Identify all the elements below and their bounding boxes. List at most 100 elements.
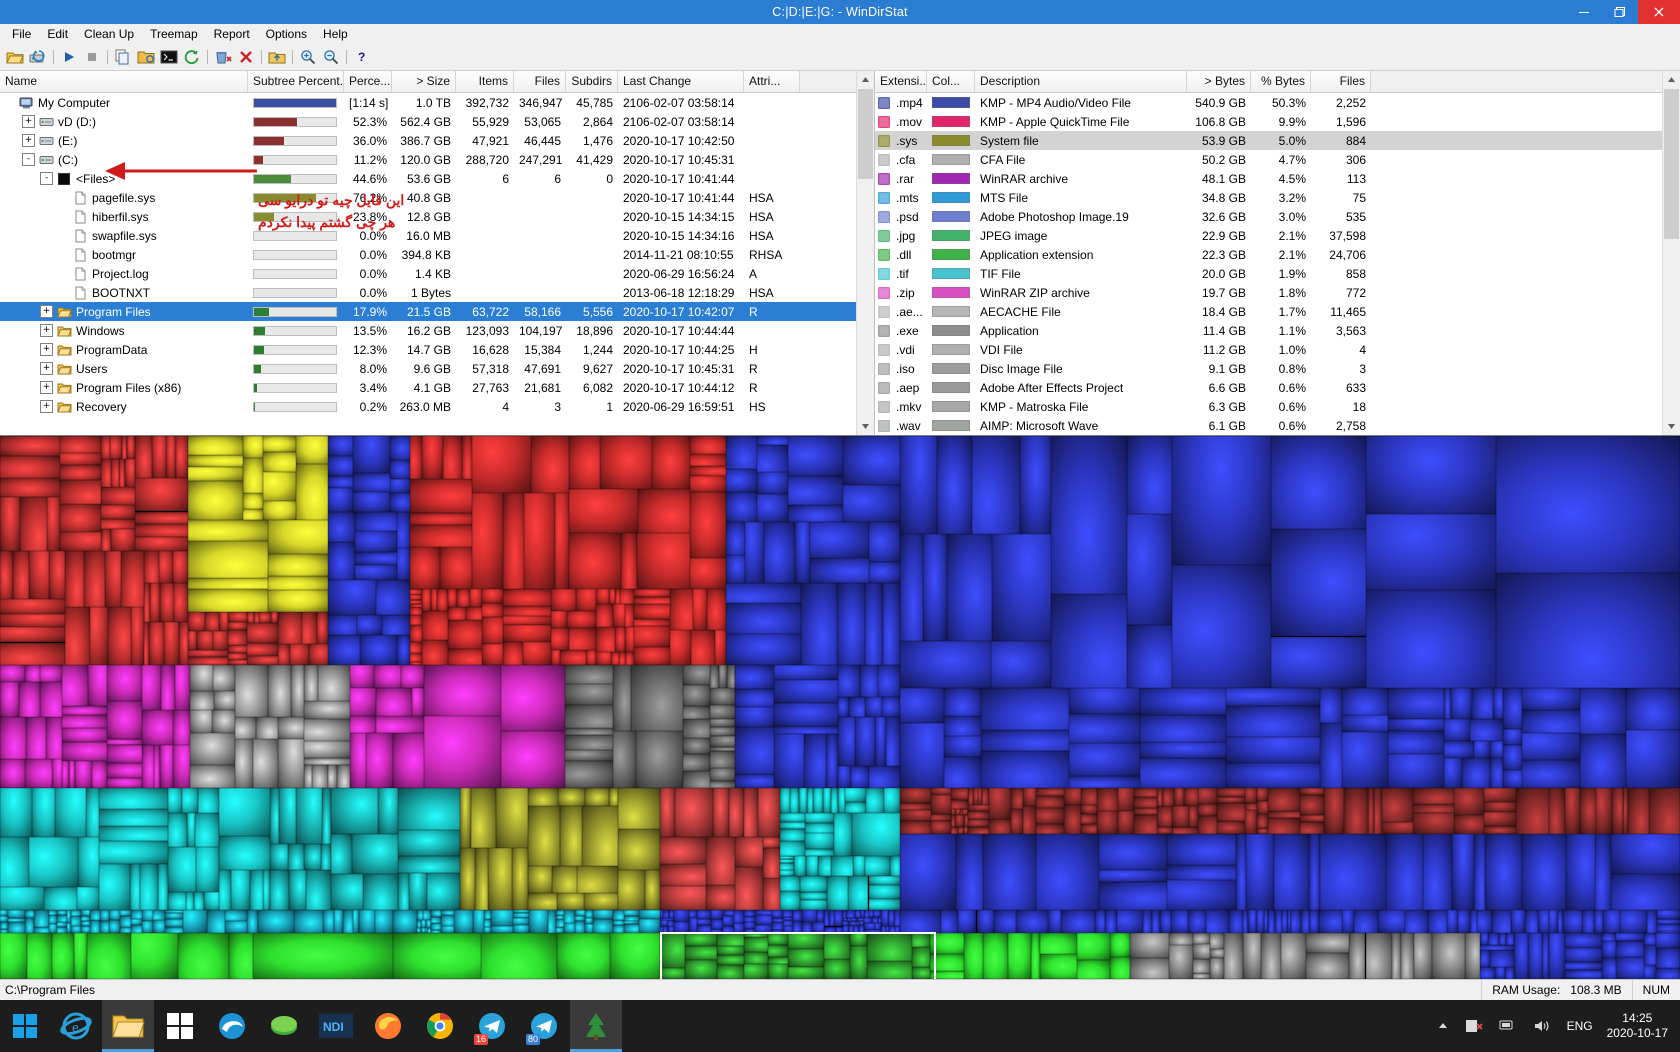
treemap-block[interactable] <box>727 665 735 689</box>
treemap-block[interactable] <box>1197 787 1218 804</box>
treemap-block[interactable] <box>624 603 635 627</box>
treemap-block[interactable] <box>51 758 63 788</box>
treemap-block[interactable] <box>1413 812 1455 834</box>
taskbar-internet-explorer[interactable]: e <box>50 1000 102 1052</box>
treemap-block[interactable] <box>1226 706 1320 738</box>
treemap-block[interactable] <box>931 795 952 814</box>
treemap-block[interactable] <box>64 607 90 666</box>
treemap-block[interactable] <box>863 916 872 924</box>
treemap-block[interactable] <box>768 956 788 964</box>
treemap-block[interactable] <box>188 436 243 455</box>
treemap-block[interactable] <box>763 878 780 911</box>
treemap-block[interactable] <box>188 467 243 481</box>
treemap-block[interactable] <box>1483 787 1516 802</box>
treemap-block[interactable] <box>101 436 110 459</box>
treemap-block[interactable] <box>44 887 78 911</box>
treemap-block[interactable] <box>1502 728 1523 745</box>
treemap-block[interactable] <box>900 802 932 810</box>
treemap-block[interactable] <box>1616 941 1645 957</box>
expand-toggle-icon[interactable]: + <box>40 400 53 413</box>
treemap-block[interactable] <box>609 787 618 806</box>
treemap-block[interactable] <box>227 629 248 645</box>
treemap-block[interactable] <box>991 641 1052 689</box>
treemap-block[interactable] <box>153 920 166 934</box>
treemap-block[interactable] <box>818 855 831 877</box>
treemap-block[interactable] <box>130 607 145 666</box>
treemap-block[interactable] <box>101 528 112 551</box>
treemap-block[interactable] <box>1061 910 1096 934</box>
treemap-block[interactable] <box>773 734 805 788</box>
treemap-block[interactable] <box>1291 910 1302 934</box>
treemap-block[interactable] <box>29 837 79 888</box>
treemap-block[interactable] <box>106 745 142 764</box>
treemap-block[interactable] <box>1248 910 1256 934</box>
table-row[interactable]: hiberfil.sys 23.8% 12.8 GB 2020-10-15 14:34… <box>0 207 874 226</box>
taskbar-ulead[interactable] <box>258 1000 310 1052</box>
treemap-block[interactable] <box>29 550 50 599</box>
treemap-block[interactable] <box>1217 820 1245 834</box>
treemap-block[interactable] <box>86 787 99 838</box>
treemap-block[interactable] <box>0 456 60 478</box>
treemap-block[interactable] <box>900 688 945 723</box>
dir-column-header-percentage[interactable]: Perce... <box>344 71 392 92</box>
treemap-block[interactable] <box>1480 933 1489 946</box>
treemap-block[interactable] <box>1566 833 1595 911</box>
treemap-block[interactable] <box>683 665 710 685</box>
treemap-block[interactable] <box>617 870 646 911</box>
treemap-block[interactable] <box>1140 741 1227 758</box>
treemap-block[interactable] <box>613 603 625 627</box>
treemap-block[interactable] <box>106 665 142 701</box>
treemap-block[interactable] <box>378 787 398 834</box>
treemap-block[interactable] <box>1011 787 1024 810</box>
ext-column-header-color[interactable]: Col... <box>927 71 975 92</box>
treemap-block[interactable] <box>817 910 824 922</box>
treemap-block[interactable] <box>250 869 263 911</box>
list-item[interactable]: .aep Adobe After Effects Project 6.6 GB 0.6… <box>875 378 1680 397</box>
treemap-block[interactable] <box>74 933 88 979</box>
treemap-block[interactable] <box>352 910 360 934</box>
dir-row-name-cell[interactable]: swapfile.sys <box>0 229 248 243</box>
treemap-block[interactable] <box>8 922 26 934</box>
treemap-block[interactable] <box>1260 933 1281 979</box>
treemap-block[interactable] <box>735 773 774 788</box>
taskbar-telegram-1[interactable]: 16 <box>466 1000 518 1052</box>
treemap-block[interactable] <box>1381 822 1414 834</box>
treemap-block[interactable] <box>106 777 142 788</box>
treemap-block[interactable] <box>1342 715 1389 733</box>
treemap-block[interactable] <box>1388 688 1444 719</box>
treemap-block[interactable] <box>557 933 610 979</box>
treemap-block[interactable] <box>584 910 593 919</box>
treemap-block[interactable] <box>793 910 802 921</box>
treemap-block[interactable] <box>1187 910 1207 934</box>
treemap-block[interactable] <box>735 665 774 690</box>
treemap-block[interactable] <box>595 626 615 652</box>
treemap-block[interactable] <box>930 953 964 971</box>
treemap-block[interactable] <box>1388 730 1444 755</box>
treemap-block[interactable] <box>780 787 791 814</box>
list-item[interactable]: .zip WinRAR ZIP archive 19.7 GB 1.8% 772 <box>875 283 1680 302</box>
treemap-block[interactable] <box>710 919 723 929</box>
treemap-block[interactable] <box>1492 910 1512 934</box>
dir-row-name-cell[interactable]: + Windows <box>0 324 248 338</box>
treemap-block[interactable] <box>487 848 513 911</box>
treemap-block[interactable] <box>637 532 690 589</box>
taskbar-telegram-2[interactable]: 80 <box>518 1000 570 1052</box>
treemap-block[interactable] <box>187 812 196 848</box>
treemap-block[interactable] <box>0 758 25 788</box>
treemap-block[interactable] <box>1226 737 1320 764</box>
treemap-block[interactable] <box>1189 805 1198 827</box>
treemap-block[interactable] <box>801 582 837 666</box>
treemap-block[interactable] <box>356 614 383 635</box>
treemap-block[interactable] <box>609 933 660 979</box>
treemap-block[interactable] <box>848 876 869 911</box>
treemap-block[interactable] <box>158 864 168 911</box>
treemap-block[interactable] <box>575 588 596 612</box>
treemap-block[interactable] <box>352 833 398 875</box>
treemap-block[interactable] <box>1080 787 1098 805</box>
menu-edit[interactable]: Edit <box>39 24 76 44</box>
treemap-block[interactable] <box>328 580 377 615</box>
treemap-block[interactable] <box>421 640 448 666</box>
ext-column-header-percent_bytes[interactable]: % Bytes <box>1251 71 1311 92</box>
treemap-block[interactable] <box>77 887 99 911</box>
treemap-block[interactable] <box>988 787 1012 819</box>
